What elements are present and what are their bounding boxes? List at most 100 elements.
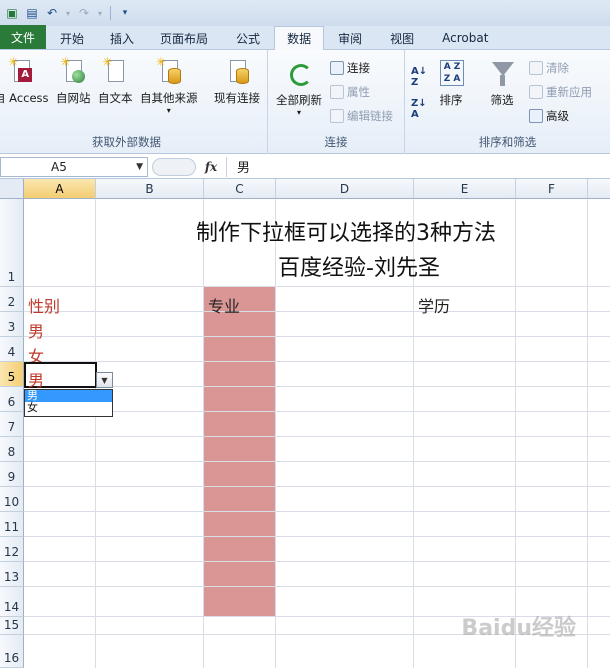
- dropdown-arrow-icon[interactable]: ▾: [64, 5, 72, 21]
- tab-home[interactable]: 开始: [46, 27, 98, 49]
- ribbon-tabs: 文件 开始 插入 页面布局 公式 数据 审阅 视图 Acrobat: [0, 25, 610, 50]
- tab-file[interactable]: 文件: [0, 25, 46, 49]
- advanced-filter-icon: [529, 109, 543, 123]
- tab-review[interactable]: 审阅: [324, 27, 376, 49]
- dropdown-arrow-button[interactable]: ▼: [96, 372, 113, 388]
- filter-button[interactable]: 筛选: [489, 58, 515, 108]
- row-header-11[interactable]: 11: [0, 512, 24, 537]
- undo-icon[interactable]: ↶: [44, 5, 60, 21]
- row-header-5[interactable]: 5: [0, 362, 24, 387]
- sort-icon: A ZZ A: [438, 58, 464, 88]
- toolbar-separator: [110, 6, 111, 20]
- row-header-4[interactable]: 4: [0, 337, 24, 362]
- tab-data[interactable]: 数据: [274, 26, 325, 50]
- row-header-3[interactable]: 3: [0, 312, 24, 337]
- cell-e2[interactable]: 学历: [418, 293, 450, 317]
- formula-bar-splitter[interactable]: [152, 157, 196, 176]
- from-web-label: 自网站: [56, 91, 91, 105]
- row-header-7[interactable]: 7: [0, 412, 24, 437]
- edit-links-icon: [330, 109, 344, 123]
- grid-line: [24, 336, 610, 337]
- tab-acrobat[interactable]: Acrobat: [428, 27, 502, 49]
- connections-icon: [330, 61, 344, 75]
- clear-button[interactable]: 清除: [529, 60, 569, 76]
- dropdown-arrow-icon[interactable]: ▾: [96, 5, 104, 21]
- row-header-16[interactable]: 16: [0, 635, 24, 668]
- sort-descending-button[interactable]: Z↓ A: [411, 98, 427, 120]
- tab-view[interactable]: 视图: [376, 27, 428, 49]
- reapply-button[interactable]: 重新应用: [529, 84, 592, 100]
- text-file-icon: ✳: [102, 56, 128, 86]
- row-header-8[interactable]: 8: [0, 437, 24, 462]
- sort-descending-icon: Z↓ A: [411, 98, 427, 120]
- grid-line: [275, 199, 276, 668]
- row-header-14[interactable]: 14: [0, 587, 24, 617]
- group-sort-filter: A↓ Z Z↓ A A ZZ A 排序 筛选 清除 重新应用 高级 排序和筛选: [405, 50, 610, 154]
- cell-a2[interactable]: 性别: [28, 293, 60, 317]
- column-header-f[interactable]: F: [516, 179, 588, 199]
- insert-function-icon[interactable]: fx: [196, 160, 226, 174]
- formula-bar: A5 ▼ fx 男: [0, 155, 610, 179]
- customize-icon[interactable]: ▾: [117, 5, 133, 21]
- quick-access-toolbar: ▣ ▤ ↶ ▾ ↷ ▾ ▾: [0, 0, 610, 26]
- cell-c2[interactable]: 专业: [208, 293, 240, 317]
- edit-links-button[interactable]: 编辑链接: [330, 108, 393, 124]
- column-header-c[interactable]: C: [204, 179, 276, 199]
- column-header-b[interactable]: B: [96, 179, 204, 199]
- grid-line: [203, 199, 204, 668]
- name-box[interactable]: A5 ▼: [0, 156, 148, 177]
- select-all-corner[interactable]: [0, 179, 24, 199]
- advanced-button[interactable]: 高级: [529, 108, 569, 124]
- from-other-sources-button[interactable]: ✳ 自其他来源 ▾: [140, 56, 198, 115]
- clear-label: 清除: [546, 61, 569, 75]
- from-access-label: 自 Access: [0, 91, 49, 105]
- row-header-12[interactable]: 12: [0, 537, 24, 562]
- column-header-d[interactable]: D: [276, 179, 414, 199]
- formula-input[interactable]: 男: [226, 156, 610, 177]
- row-header-1[interactable]: 1: [0, 199, 24, 287]
- row-header-15[interactable]: 15: [0, 617, 24, 635]
- chevron-down-icon: ▾: [296, 108, 301, 117]
- save-icon[interactable]: ▤: [24, 5, 40, 21]
- refresh-all-button[interactable]: 全部刷新 ▾: [276, 58, 322, 117]
- dropdown-option-male[interactable]: 男: [25, 390, 112, 402]
- row-header-10[interactable]: 10: [0, 487, 24, 512]
- group-get-external-data: ✳A 自 Access ✳ 自网站 ✳ 自文本 ✳ 自其他来源 ▾: [0, 50, 268, 154]
- properties-icon: [330, 85, 344, 99]
- sort-button[interactable]: A ZZ A 排序: [438, 58, 464, 108]
- from-text-button[interactable]: ✳ 自文本: [98, 56, 133, 106]
- column-header-g[interactable]: [588, 179, 610, 199]
- properties-button[interactable]: 属性: [330, 84, 370, 100]
- cell-a3[interactable]: 男: [28, 318, 44, 342]
- row-header-6[interactable]: 6: [0, 387, 24, 412]
- dropdown-option-female[interactable]: 女: [25, 402, 112, 414]
- from-access-button[interactable]: ✳A 自 Access: [0, 56, 49, 106]
- existing-connections-icon: [224, 56, 250, 86]
- worksheet-grid[interactable]: A B C D E F 1 2 3 4 5 6 7 8 9 10 11 12 1…: [0, 179, 610, 668]
- cell-a5[interactable]: 男: [28, 367, 44, 391]
- tab-insert[interactable]: 插入: [98, 27, 146, 49]
- grid-line: [24, 586, 610, 587]
- sort-ascending-icon: A↓ Z: [411, 66, 428, 88]
- validation-dropdown-list[interactable]: 男 女: [24, 389, 113, 417]
- redo-icon[interactable]: ↷: [76, 5, 92, 21]
- web-icon: ✳: [60, 56, 86, 86]
- from-text-label: 自文本: [98, 91, 133, 105]
- database-icon: ✳: [156, 56, 182, 86]
- chevron-down-icon: ▾: [166, 106, 171, 115]
- column-header-e[interactable]: E: [414, 179, 516, 199]
- existing-connections-button[interactable]: 现有连接: [214, 56, 260, 106]
- group-label-external: 获取外部数据: [92, 135, 161, 149]
- column-header-a[interactable]: A: [24, 179, 96, 199]
- row-header-13[interactable]: 13: [0, 562, 24, 587]
- from-web-button[interactable]: ✳ 自网站: [56, 56, 91, 106]
- row-header-2[interactable]: 2: [0, 287, 24, 312]
- tab-formulas[interactable]: 公式: [222, 27, 274, 49]
- row-header-9[interactable]: 9: [0, 462, 24, 487]
- grid-line: [587, 199, 588, 668]
- chevron-down-icon[interactable]: ▼: [136, 162, 143, 172]
- tab-page-layout[interactable]: 页面布局: [146, 27, 222, 49]
- connections-button[interactable]: 连接: [330, 60, 370, 76]
- grid-line: [24, 511, 610, 512]
- sort-ascending-button[interactable]: A↓ Z: [411, 66, 427, 88]
